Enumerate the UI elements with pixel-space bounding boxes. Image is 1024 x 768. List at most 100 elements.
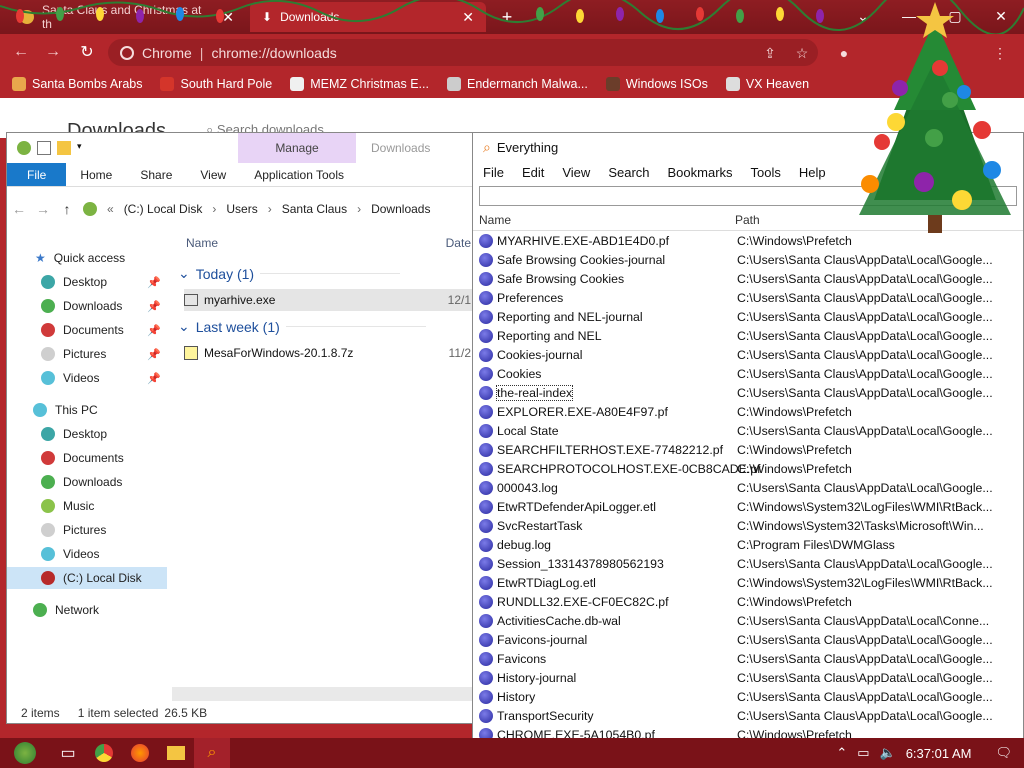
tab-home[interactable]: Home: [66, 163, 126, 186]
sidebar-item-downloads[interactable]: Downloads 📌: [7, 295, 167, 317]
chrome-taskbar-button[interactable]: [86, 738, 122, 768]
chevron-up-icon[interactable]: ⌃: [836, 745, 847, 761]
back-button[interactable]: ←: [7, 201, 31, 217]
list-item[interactable]: myarhive.exe 12/1: [184, 289, 473, 311]
pin-icon[interactable]: 📌: [147, 348, 161, 361]
back-button[interactable]: ←: [10, 41, 32, 63]
menu-edit[interactable]: Edit: [522, 165, 544, 180]
sidebar-item-this-pc[interactable]: This PC: [7, 399, 167, 421]
table-row[interactable]: debug.log C:\Program Files\DWMGlass: [473, 535, 1024, 554]
bookmark-item[interactable]: Endermanch Malwa...: [446, 77, 588, 91]
bookmark-item[interactable]: South Hard Pole: [160, 77, 272, 91]
menu-bookmarks[interactable]: Bookmarks: [668, 165, 733, 180]
close-icon[interactable]: ✕: [222, 9, 234, 26]
breadcrumb-item[interactable]: Downloads: [371, 202, 430, 216]
table-row[interactable]: SEARCHPROTOCOLHOST.EXE-0CB8CADE.pf C:\Win…: [473, 459, 1024, 478]
table-row[interactable]: EXPLORER.EXE-A80E4F97.pf C:\Windows\Prefe…: [473, 402, 1024, 421]
table-row[interactable]: History-journal C:\Users\Santa Claus\AppD…: [473, 668, 1024, 687]
table-row[interactable]: SEARCHFILTERHOST.EXE-77482212.pf C:\Windo…: [473, 440, 1024, 459]
table-row[interactable]: RUNDLL32.EXE-CF0EC82C.pf C:\Windows\Prefe…: [473, 592, 1024, 611]
tab-manage[interactable]: Manage: [238, 133, 356, 163]
tab-downloads[interactable]: ⬇ Downloads ✕: [250, 2, 486, 32]
sidebar-item-quick-access[interactable]: ★ Quick access: [7, 247, 167, 269]
bookmark-item[interactable]: VX Heaven: [725, 77, 809, 91]
column-date[interactable]: Date: [446, 236, 471, 250]
clock[interactable]: 6:37:01 AM: [906, 746, 972, 761]
explorer-taskbar-button[interactable]: [158, 738, 194, 768]
start-button[interactable]: [0, 738, 50, 768]
menu-search[interactable]: Search: [608, 165, 649, 180]
reload-button[interactable]: ↻: [76, 41, 98, 63]
sidebar-item-local-disk[interactable]: (C:) Local Disk: [7, 567, 167, 589]
sidebar-item-network[interactable]: Network: [7, 599, 167, 621]
sidebar-item-videos[interactable]: Videos 📌: [7, 367, 167, 389]
table-row[interactable]: ActivitiesCache.db-wal C:\Users\Santa Cla…: [473, 611, 1024, 630]
notifications-icon[interactable]: 🗨: [995, 745, 1012, 761]
tab-application-tools[interactable]: Application Tools: [240, 163, 358, 186]
forward-button[interactable]: →: [42, 41, 64, 63]
table-row[interactable]: Safe Browsing Cookies-journal C:\Users\Sa…: [473, 250, 1024, 269]
table-row[interactable]: 000043.log C:\Users\Santa Claus\AppData\L…: [473, 478, 1024, 497]
bookmark-item[interactable]: Windows ISOs: [605, 77, 708, 91]
address-bar[interactable]: Chrome | chrome://downloads: [108, 39, 818, 66]
breadcrumb-item[interactable]: Users: [226, 202, 257, 216]
tab-share[interactable]: Share: [126, 163, 186, 186]
table-row[interactable]: Session_13314378980562193 C:\Users\Santa …: [473, 554, 1024, 573]
bookmark-item[interactable]: Santa Bombs Arabs: [12, 77, 142, 91]
up-button[interactable]: ↑: [55, 201, 79, 217]
sidebar-item-desktop[interactable]: Desktop 📌: [7, 271, 167, 293]
table-row[interactable]: Local State C:\Users\Santa Claus\AppData\…: [473, 421, 1024, 440]
menu-view[interactable]: View: [562, 165, 590, 180]
sidebar-item-documents[interactable]: Documents 📌: [7, 319, 167, 341]
share-icon[interactable]: ⇪: [760, 43, 780, 63]
pin-icon[interactable]: 📌: [147, 324, 161, 337]
sidebar-item-pc-videos[interactable]: Videos: [7, 543, 167, 565]
menu-tools[interactable]: Tools: [751, 165, 781, 180]
tab-view[interactable]: View: [186, 163, 240, 186]
table-row[interactable]: Reporting and NEL C:\Users\Santa Claus\Ap…: [473, 326, 1024, 345]
table-row[interactable]: Safe Browsing Cookies C:\Users\Santa Clau…: [473, 269, 1024, 288]
volume-icon[interactable]: 🔈: [880, 745, 896, 761]
column-name[interactable]: Name: [479, 213, 511, 227]
pin-icon[interactable]: 📌: [147, 300, 161, 313]
table-row[interactable]: TransportSecurity C:\Users\Santa Claus\Ap…: [473, 706, 1024, 725]
close-icon[interactable]: ✕: [462, 9, 474, 26]
horizontal-scrollbar[interactable]: [172, 687, 473, 701]
table-row[interactable]: Favicons-journal C:\Users\Santa Claus\App…: [473, 630, 1024, 649]
sidebar-item-pc-desktop[interactable]: Desktop: [7, 423, 167, 445]
sidebar-item-pc-pictures[interactable]: Pictures: [7, 519, 167, 541]
task-view-button[interactable]: ▭: [50, 738, 86, 768]
firefox-taskbar-button[interactable]: [122, 738, 158, 768]
table-row[interactable]: Cookies-journal C:\Users\Santa Claus\AppD…: [473, 345, 1024, 364]
bookmark-item[interactable]: MEMZ Christmas E...: [290, 77, 429, 91]
properties-icon[interactable]: [37, 141, 51, 155]
group-header-last-week[interactable]: ⌄ Last week (1): [178, 318, 426, 335]
menu-help[interactable]: Help: [799, 165, 826, 180]
breadcrumb[interactable]: « (C:) Local Disk › Users › Santa Claus …: [83, 202, 430, 216]
column-path[interactable]: Path: [735, 213, 760, 227]
tab-file[interactable]: File: [7, 163, 67, 186]
table-row[interactable]: Preferences C:\Users\Santa Claus\AppData\…: [473, 288, 1024, 307]
breadcrumb-item[interactable]: Santa Claus: [282, 202, 347, 216]
pin-icon[interactable]: 📌: [147, 276, 161, 289]
table-row[interactable]: Cookies C:\Users\Santa Claus\AppData\Loca…: [473, 364, 1024, 383]
network-icon[interactable]: ▭: [857, 745, 869, 761]
sidebar-item-pc-music[interactable]: Music: [7, 495, 167, 517]
new-tab-button[interactable]: +: [496, 6, 518, 28]
tab-santa[interactable]: Santa Claus and Christmas at th ✕: [8, 2, 246, 32]
chevron-down-icon[interactable]: ▾: [77, 141, 91, 155]
everything-taskbar-button[interactable]: ⌕: [194, 738, 230, 768]
table-row[interactable]: Favicons C:\Users\Santa Claus\AppData\Loc…: [473, 649, 1024, 668]
sidebar-item-pictures[interactable]: Pictures 📌: [7, 343, 167, 365]
sidebar-item-pc-downloads[interactable]: Downloads: [7, 471, 167, 493]
star-icon[interactable]: ☆: [792, 43, 812, 63]
group-header-today[interactable]: ⌄ Today (1): [178, 265, 401, 282]
menu-file[interactable]: File: [483, 165, 504, 180]
table-row[interactable]: SvcRestartTask C:\Windows\System32\Tasks\…: [473, 516, 1024, 535]
table-row[interactable]: the-real-index C:\Users\Santa Claus\AppDa…: [473, 383, 1024, 402]
column-name[interactable]: Name: [186, 236, 218, 250]
forward-button[interactable]: →: [31, 201, 55, 217]
sidebar-item-pc-documents[interactable]: Documents: [7, 447, 167, 469]
list-item[interactable]: MesaForWindows-20.1.8.7z 11/2: [184, 342, 473, 364]
breadcrumb-item[interactable]: (C:) Local Disk: [124, 202, 203, 216]
